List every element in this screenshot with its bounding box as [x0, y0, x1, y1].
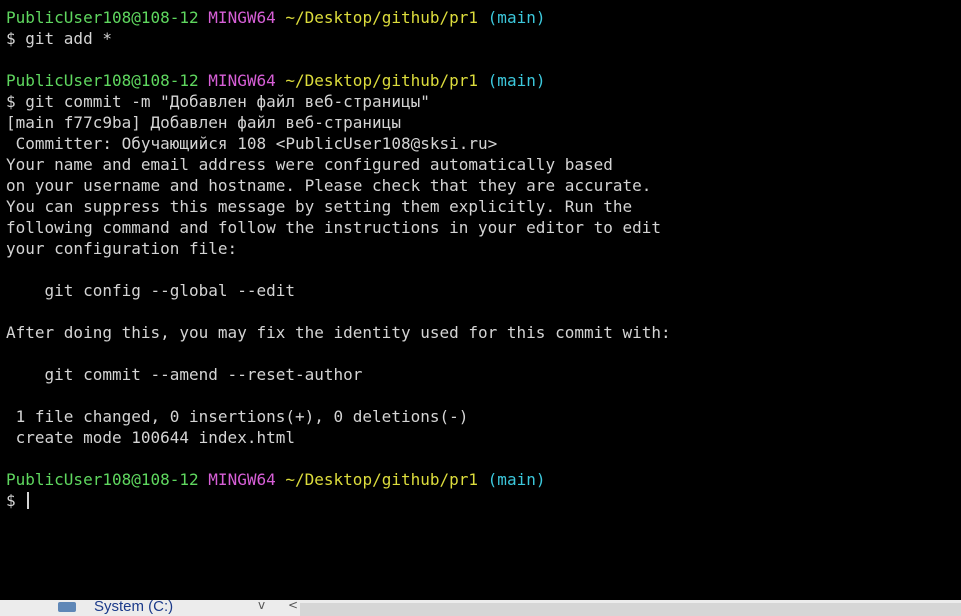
output-line: You can suppress this message by setting…	[6, 197, 633, 216]
output-line: create mode 100644 index.html	[6, 428, 295, 447]
explorer-strip: System (C:) v <	[0, 600, 961, 616]
drive-icon	[58, 602, 76, 612]
output-line: 1 file changed, 0 insertions(+), 0 delet…	[6, 407, 469, 426]
output-line: After doing this, you may fix the identi…	[6, 323, 671, 342]
command-line: $ git add *	[6, 29, 112, 48]
output-line: Your name and email address were configu…	[6, 155, 613, 174]
output-line: git config --global --edit	[6, 281, 295, 300]
prompt-branch: (main)	[487, 8, 546, 27]
output-line: your configuration file:	[6, 239, 238, 258]
prompt-path: ~/Desktop/github/pr1	[285, 8, 479, 27]
prompt-path: ~/Desktop/github/pr1	[285, 71, 479, 90]
prompt-user: PublicUser108@108-12	[6, 470, 199, 489]
output-line: on your username and hostname. Please ch…	[6, 176, 652, 195]
prompt-path: ~/Desktop/github/pr1	[285, 470, 479, 489]
command-line: $ git commit -m "Добавлен файл веб-стран…	[6, 92, 430, 111]
terminal-window[interactable]: PublicUser108@108-12 MINGW64 ~/Desktop/g…	[0, 0, 961, 600]
prompt-host: MINGW64	[208, 71, 276, 90]
scroll-left-icon[interactable]: <	[288, 600, 298, 612]
output-line: git commit --amend --reset-author	[6, 365, 363, 384]
current-prompt: $	[6, 491, 26, 510]
terminal-output: PublicUser108@108-12 MINGW64 ~/Desktop/g…	[6, 7, 961, 511]
prompt-line: PublicUser108@108-12 MINGW64 ~/Desktop/g…	[6, 70, 961, 91]
prompt-branch: (main)	[487, 470, 546, 489]
horizontal-scrollbar[interactable]	[300, 603, 961, 616]
prompt-line: PublicUser108@108-12 MINGW64 ~/Desktop/g…	[6, 7, 961, 28]
prompt-user: PublicUser108@108-12	[6, 8, 199, 27]
drive-label[interactable]: System (C:)	[94, 600, 173, 616]
chevron-down-icon[interactable]: v	[258, 600, 265, 612]
output-line: [main f77c9ba] Добавлен файл веб-страниц…	[6, 113, 401, 132]
prompt-host: MINGW64	[208, 8, 276, 27]
current-command-line[interactable]: $	[6, 490, 961, 511]
output-line: Committer: Обучающийся 108 <PublicUser10…	[6, 134, 498, 153]
output-line: following command and follow the instruc…	[6, 218, 662, 237]
prompt-line: PublicUser108@108-12 MINGW64 ~/Desktop/g…	[6, 469, 961, 490]
prompt-host: MINGW64	[208, 470, 276, 489]
prompt-user: PublicUser108@108-12	[6, 71, 199, 90]
text-cursor	[27, 492, 30, 509]
prompt-branch: (main)	[487, 71, 546, 90]
